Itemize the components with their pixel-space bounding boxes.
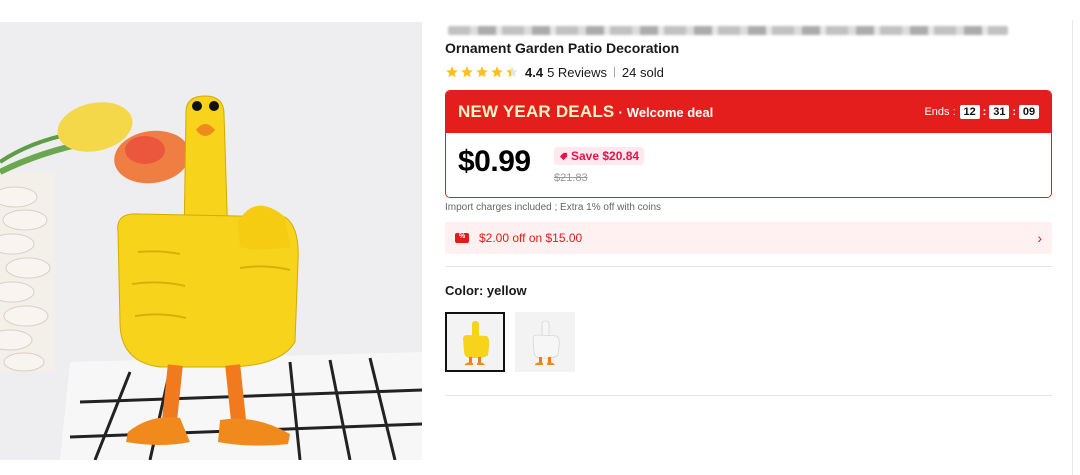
page-edge-divider	[1072, 20, 1073, 475]
deal-subtitle: Welcome deal	[626, 105, 714, 120]
timer-minutes: 31	[989, 105, 1010, 119]
chevron-right-icon: ›	[1037, 230, 1042, 246]
deal-name: NEW YEAR DEALS	[458, 102, 615, 121]
blurred-title-text	[448, 26, 1008, 35]
product-info-panel: Ornament Garden Patio Decoration 4.4 5 R…	[445, 0, 1053, 475]
timer-colon: :	[982, 106, 987, 118]
swatch-white[interactable]	[515, 312, 575, 372]
deal-separator: ·	[618, 105, 623, 120]
section-divider	[445, 266, 1052, 267]
color-label: Color: yellow	[445, 283, 527, 298]
vase-shape	[0, 172, 55, 372]
save-amount: Save $20.84	[571, 149, 640, 163]
sold-count: 24 sold	[621, 64, 664, 80]
star-partial-icon	[506, 66, 518, 78]
product-title: Ornament Garden Patio Decoration	[445, 40, 680, 56]
reviews-link[interactable]: 5 Reviews	[547, 65, 607, 80]
current-price: $0.99	[458, 145, 531, 178]
coupon-text: $2.00 off on $15.00	[479, 231, 583, 245]
star-full-icon	[476, 66, 488, 78]
ends-label: Ends :	[924, 106, 956, 118]
tag-icon	[559, 152, 568, 160]
star-full-icon	[491, 66, 503, 78]
deal-header: NEW YEAR DEALS · Welcome deal Ends : 12 …	[446, 91, 1051, 133]
deal-title: NEW YEAR DEALS · Welcome deal	[458, 102, 713, 122]
rating-row: 4.4 5 Reviews | 24 sold	[445, 64, 664, 80]
original-price: $21.83	[554, 172, 588, 184]
divider-bar: |	[613, 66, 616, 78]
timer-colon: :	[1012, 106, 1016, 118]
star-rating	[445, 65, 519, 79]
section-divider	[445, 395, 1052, 396]
save-badge: Save $20.84	[554, 147, 645, 165]
timer-hours: 12	[959, 105, 980, 119]
star-full-icon	[446, 66, 458, 78]
product-main-image[interactable]	[0, 22, 422, 460]
white-duck-thumbnail	[532, 320, 560, 365]
timer-seconds: 09	[1019, 105, 1039, 119]
rating-value: 4.4	[525, 64, 544, 80]
color-swatches	[445, 312, 575, 372]
coupon-icon	[455, 233, 469, 243]
price-area: $0.99 Save $20.84 $21.83	[446, 133, 1051, 197]
countdown-timer: Ends : 12 : 31 : 09	[924, 105, 1039, 119]
swatch-yellow[interactable]	[445, 312, 505, 372]
import-note: Import charges included ; Extra 1% off w…	[445, 202, 662, 213]
yellow-duck-thumbnail	[463, 321, 490, 365]
deal-box: NEW YEAR DEALS · Welcome deal Ends : 12 …	[445, 90, 1052, 198]
yellow-duck-figurine-image	[0, 22, 422, 460]
coupon-bar[interactable]: $2.00 off on $15.00 ›	[445, 222, 1052, 254]
star-full-icon	[461, 66, 473, 78]
